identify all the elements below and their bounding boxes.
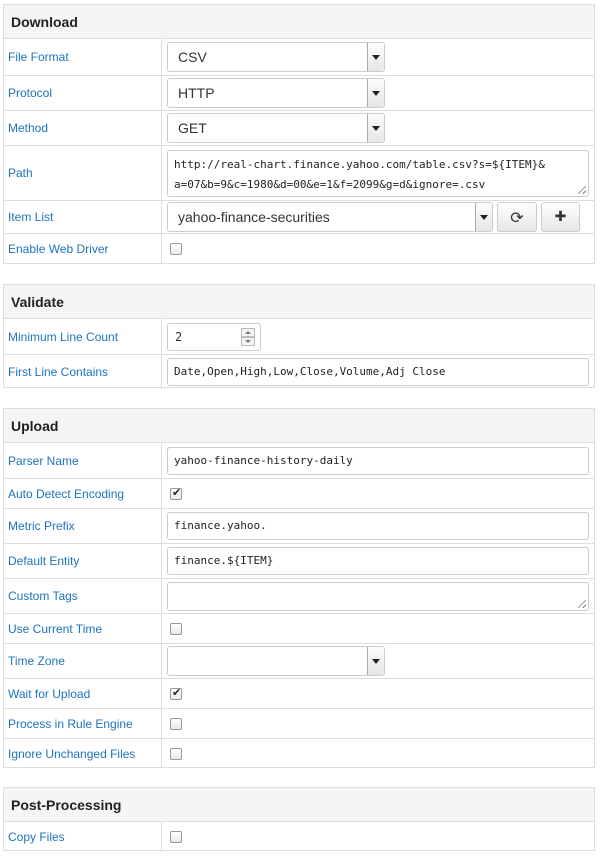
- time-zone-select[interactable]: [167, 646, 385, 676]
- ignore-unchanged-files-row: Ignore Unchanged Files: [4, 738, 594, 768]
- download-section: Download File Format CSV Protocol HTTP M…: [3, 4, 595, 264]
- protocol-label: Protocol: [4, 76, 162, 110]
- chevron-down-icon: [475, 203, 492, 231]
- chevron-down-icon: [367, 43, 384, 71]
- protocol-value: HTTP: [178, 85, 215, 101]
- resize-grip-icon[interactable]: [578, 185, 586, 194]
- upload-header: Upload: [4, 409, 594, 443]
- custom-tags-row: Custom Tags: [4, 578, 594, 613]
- metric-prefix-label: Metric Prefix: [4, 509, 162, 543]
- wait-for-upload-row: Wait for Upload: [4, 678, 594, 708]
- minimum-line-count-input[interactable]: 2: [167, 322, 261, 351]
- post-processing-header: Post-Processing: [4, 788, 594, 822]
- path-textarea[interactable]: http://real-chart.finance.yahoo.com/tabl…: [167, 149, 589, 197]
- upload-section: Upload Parser Name yahoo-finance-history…: [3, 408, 595, 768]
- path-label: Path: [4, 146, 162, 200]
- enable-web-driver-row: Enable Web Driver: [4, 233, 594, 263]
- spin-down-icon[interactable]: [241, 336, 255, 346]
- method-row: Method GET: [4, 110, 594, 145]
- time-zone-label: Time Zone: [4, 644, 162, 678]
- ignore-unchanged-files-label: Ignore Unchanged Files: [4, 739, 162, 768]
- metric-prefix-input[interactable]: finance.yahoo.: [167, 512, 589, 540]
- path-line-1: http://real-chart.finance.yahoo.com/tabl…: [174, 157, 545, 171]
- time-zone-row: Time Zone: [4, 643, 594, 678]
- item-list-label: Item List: [4, 201, 162, 233]
- validate-header: Validate: [4, 285, 594, 319]
- default-entity-label: Default Entity: [4, 544, 162, 578]
- method-value: GET: [178, 120, 207, 136]
- add-button[interactable]: ✚: [541, 202, 580, 232]
- copy-files-label: Copy Files: [4, 822, 162, 852]
- path-line-2: a=07&b=9&c=1980&d=00&e=1&f=2099&g=d&igno…: [174, 177, 486, 191]
- refresh-icon: ⟳: [510, 207, 524, 227]
- minimum-line-count-value: 2: [175, 329, 183, 344]
- item-list-row: Item List yahoo-finance-securities ⟳ ✚: [4, 200, 594, 233]
- method-select[interactable]: GET: [167, 113, 385, 143]
- process-in-rule-engine-label: Process in Rule Engine: [4, 709, 162, 738]
- file-format-select[interactable]: CSV: [167, 42, 385, 72]
- path-row: Path http://real-chart.finance.yahoo.com…: [4, 145, 594, 200]
- item-list-select[interactable]: yahoo-finance-securities: [167, 202, 493, 232]
- parser-name-row: Parser Name yahoo-finance-history-daily: [4, 443, 594, 478]
- file-format-row: File Format CSV: [4, 39, 594, 75]
- metric-prefix-row: Metric Prefix finance.yahoo.: [4, 508, 594, 543]
- copy-files-row: Copy Files: [4, 822, 594, 852]
- protocol-row: Protocol HTTP: [4, 75, 594, 110]
- use-current-time-label: Use Current Time: [4, 614, 162, 643]
- file-format-value: CSV: [178, 49, 207, 65]
- spin-up-icon[interactable]: [241, 327, 255, 337]
- custom-tags-textarea[interactable]: [167, 581, 589, 611]
- wait-for-upload-label: Wait for Upload: [4, 679, 162, 708]
- copy-files-checkbox[interactable]: [170, 831, 182, 843]
- process-in-rule-engine-checkbox[interactable]: [170, 717, 182, 730]
- minimum-line-count-label: Minimum Line Count: [4, 319, 162, 354]
- file-format-label: File Format: [4, 39, 162, 75]
- parser-name-label: Parser Name: [4, 443, 162, 478]
- minimum-line-count-row: Minimum Line Count 2: [4, 319, 594, 354]
- download-header: Download: [4, 5, 594, 39]
- parser-name-input[interactable]: yahoo-finance-history-daily: [167, 446, 589, 475]
- default-entity-input[interactable]: finance.${ITEM}: [167, 547, 589, 575]
- first-line-contains-input[interactable]: Date,Open,High,Low,Close,Volume,Adj Clos…: [167, 358, 589, 386]
- ignore-unchanged-files-checkbox[interactable]: [170, 747, 182, 760]
- enable-web-driver-checkbox[interactable]: [170, 242, 182, 255]
- enable-web-driver-label: Enable Web Driver: [4, 234, 162, 263]
- first-line-contains-row: First Line Contains Date,Open,High,Low,C…: [4, 354, 594, 389]
- chevron-down-icon: [367, 114, 384, 142]
- wait-for-upload-checkbox[interactable]: [170, 686, 182, 700]
- custom-tags-label: Custom Tags: [4, 579, 162, 613]
- protocol-select[interactable]: HTTP: [167, 78, 385, 108]
- validate-section: Validate Minimum Line Count 2 First Line…: [3, 284, 595, 389]
- chevron-down-icon: [367, 79, 384, 107]
- first-line-contains-label: First Line Contains: [4, 355, 162, 389]
- process-in-rule-engine-row: Process in Rule Engine: [4, 708, 594, 738]
- plus-icon: ✚: [554, 209, 567, 225]
- chevron-down-icon: [367, 647, 384, 675]
- default-entity-row: Default Entity finance.${ITEM}: [4, 543, 594, 578]
- post-processing-section: Post-Processing Copy Files: [3, 787, 595, 852]
- method-label: Method: [4, 111, 162, 145]
- use-current-time-row: Use Current Time: [4, 613, 594, 643]
- resize-grip-icon[interactable]: [578, 599, 586, 608]
- auto-detect-encoding-checkbox[interactable]: [170, 486, 182, 500]
- refresh-button[interactable]: ⟳: [497, 202, 537, 232]
- use-current-time-checkbox[interactable]: [170, 622, 182, 635]
- auto-detect-encoding-row: Auto Detect Encoding: [4, 478, 594, 508]
- auto-detect-encoding-label: Auto Detect Encoding: [4, 479, 162, 508]
- item-list-value: yahoo-finance-securities: [178, 209, 330, 225]
